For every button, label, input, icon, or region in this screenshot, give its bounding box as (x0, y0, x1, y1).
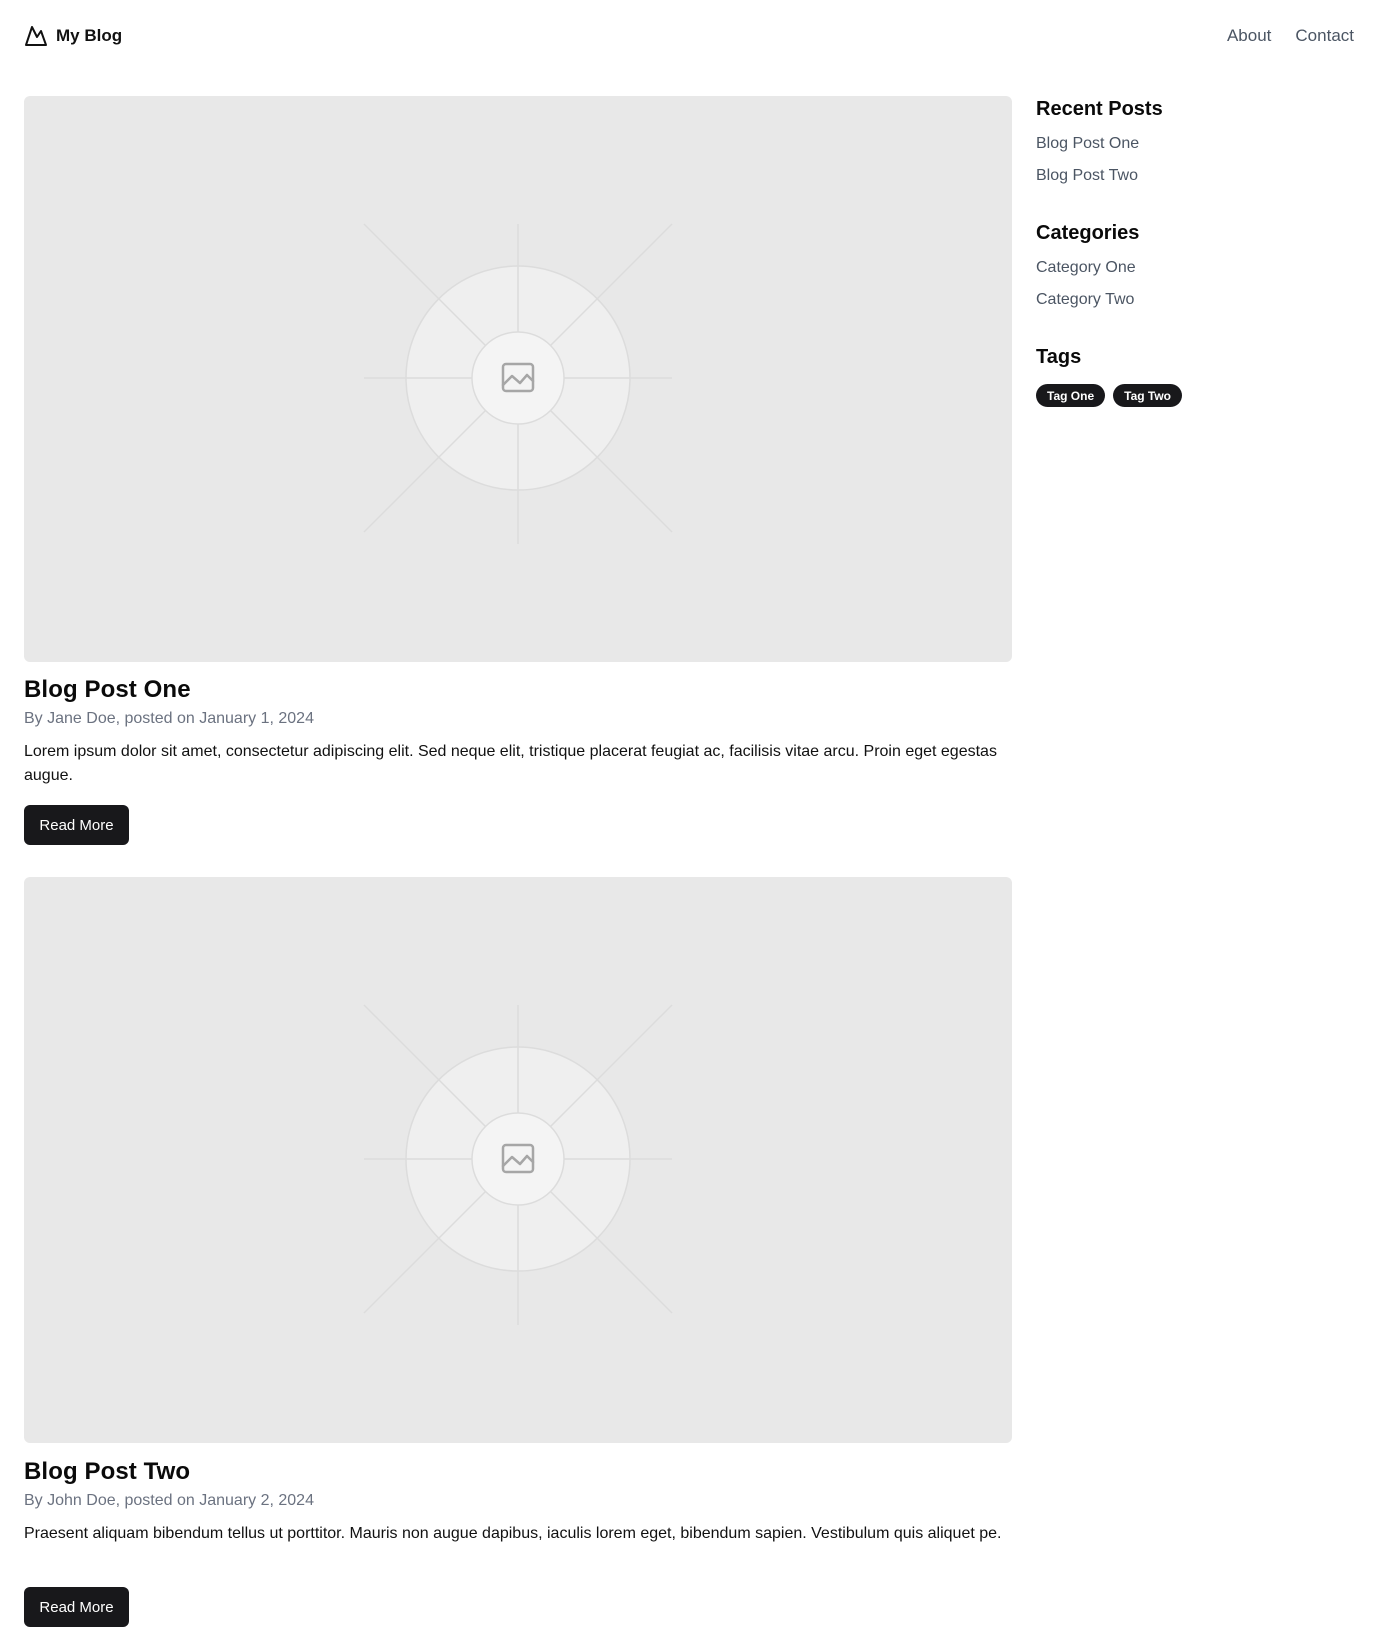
recent-post-link[interactable]: Blog Post Two (1036, 167, 1138, 185)
top-nav: About Contact (1227, 26, 1354, 46)
mountain-logo-icon (24, 24, 48, 48)
recent-post-link[interactable]: Blog Post One (1036, 135, 1139, 153)
post-excerpt: Lorem ipsum dolor sit amet, consectetur … (24, 743, 997, 784)
post-meta: By John Doe, posted on January 2, 2024 (24, 1492, 314, 1509)
post-image (24, 96, 1012, 662)
recent-posts-heading: Recent Posts (1036, 98, 1163, 120)
post-excerpt: Praesent aliquam bibendum tellus ut port… (24, 1525, 1002, 1542)
categories-heading: Categories (1036, 222, 1140, 244)
nav-about-link[interactable]: About (1227, 26, 1271, 46)
post-image (24, 877, 1012, 1443)
post-meta: By Jane Doe, posted on January 1, 2024 (24, 710, 314, 727)
read-more-button[interactable]: Read More (24, 1587, 129, 1627)
tag-badge[interactable]: Tag Two (1113, 384, 1183, 407)
post-title[interactable]: Blog Post Two (24, 1458, 190, 1486)
brand[interactable]: My Blog (24, 24, 122, 48)
category-link[interactable]: Category One (1036, 259, 1136, 277)
tags-heading: Tags (1036, 346, 1082, 368)
nav-contact-link[interactable]: Contact (1295, 26, 1354, 46)
category-link[interactable]: Category Two (1036, 291, 1134, 309)
tag-badge[interactable]: Tag One (1036, 384, 1106, 407)
tag-list: Tag One Tag Two (1036, 384, 1183, 407)
brand-name: My Blog (56, 26, 123, 45)
post-title[interactable]: Blog Post One (24, 676, 191, 704)
site-header: My Blog About Contact (0, 0, 1376, 72)
read-more-button[interactable]: Read More (24, 805, 129, 845)
